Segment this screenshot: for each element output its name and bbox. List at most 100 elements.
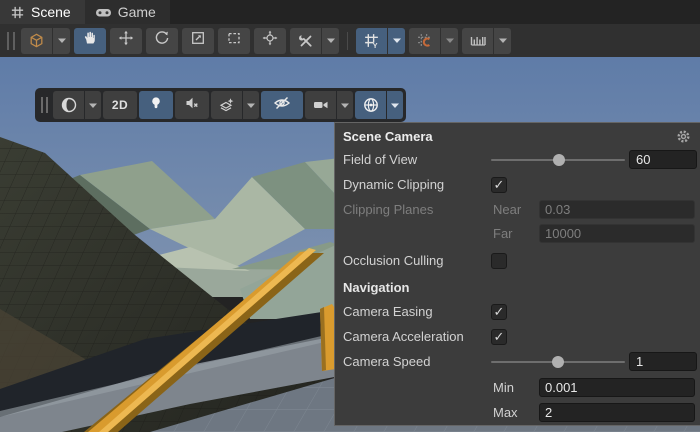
- chevron-down-icon[interactable]: [85, 91, 101, 119]
- effects-button[interactable]: [211, 91, 259, 119]
- toolbar-separator: [347, 31, 348, 50]
- tab-scene-label: Scene: [31, 4, 71, 20]
- camera-easing-label: Camera Easing: [343, 304, 433, 319]
- scene-camera-popup: Scene Camera Field of View 60 Dynamic Cl…: [334, 122, 700, 426]
- navigation-header: Navigation: [343, 280, 410, 295]
- rotate-icon: [154, 30, 170, 51]
- scene-camera-button[interactable]: [305, 91, 353, 119]
- ruler-ticks-icon: [462, 27, 493, 54]
- hand-icon: [82, 30, 98, 51]
- tab-game-label: Game: [117, 4, 156, 20]
- camera-acceleration-label: Camera Acceleration: [343, 329, 464, 344]
- tab-scene[interactable]: Scene: [0, 0, 85, 24]
- wrench-icon: [290, 27, 321, 54]
- scene-grid-icon: [10, 5, 25, 20]
- tab-game[interactable]: Game: [84, 0, 170, 24]
- gizmo-sphere-icon: [355, 91, 386, 119]
- scale-tool-button[interactable]: [182, 27, 214, 54]
- field-of-view-slider[interactable]: [491, 149, 625, 171]
- field-of-view-label: Field of View: [343, 152, 418, 167]
- clipping-planes-label: Clipping Planes: [343, 202, 434, 217]
- near-field[interactable]: 0.03: [539, 200, 695, 219]
- scene-overlay-toolbar: 2D: [35, 88, 406, 122]
- light-bulb-icon: [148, 95, 164, 116]
- camera-easing-row: Camera Easing: [335, 301, 700, 323]
- max-field[interactable]: 2: [539, 403, 695, 422]
- move-tool-button[interactable]: [110, 27, 142, 54]
- camera-acceleration-row: Camera Acceleration: [335, 326, 700, 348]
- camera-speed-row: Camera Speed 1: [335, 351, 700, 373]
- move-icon: [118, 30, 134, 51]
- chevron-down-icon[interactable]: [387, 91, 403, 119]
- rect-tool-icon: [226, 30, 242, 51]
- grid-snapping-button[interactable]: [409, 27, 458, 54]
- transform-tool-button[interactable]: [254, 27, 286, 54]
- custom-tools-button[interactable]: [290, 27, 339, 54]
- slider-thumb[interactable]: [553, 154, 566, 166]
- scale-icon: [190, 30, 206, 51]
- layers-sparkle-icon: [211, 91, 242, 119]
- 2d-label: 2D: [111, 98, 129, 112]
- draw-mode-button[interactable]: [53, 91, 101, 119]
- tool-settings-button[interactable]: [21, 27, 70, 54]
- navigation-header-row: Navigation: [335, 277, 700, 299]
- chevron-down-icon[interactable]: [322, 27, 339, 54]
- near-label: Near: [493, 202, 522, 217]
- unity-scene-view-window: Scene Game Y 2D Scene Camera Field of Vi…: [0, 0, 700, 432]
- popup-title: Scene Camera: [343, 129, 433, 144]
- chevron-down-icon[interactable]: [53, 27, 70, 54]
- chevron-down-icon[interactable]: [337, 91, 353, 119]
- hand-tool-button[interactable]: [74, 27, 106, 54]
- snap-increment-button[interactable]: [462, 27, 511, 54]
- dynamic-clipping-checkbox[interactable]: [491, 177, 507, 193]
- gamepad-icon: [95, 5, 112, 20]
- camera-easing-checkbox[interactable]: [491, 304, 507, 320]
- min-field[interactable]: 0.001: [539, 378, 695, 397]
- snap-magnet-icon: [409, 27, 440, 54]
- chevron-down-icon[interactable]: [494, 27, 511, 54]
- gizmos-button[interactable]: [355, 91, 403, 119]
- grid-visibility-button[interactable]: Y: [356, 27, 405, 54]
- audio-muted-icon: [184, 95, 200, 116]
- field-of-view-value-field[interactable]: 60: [629, 150, 697, 169]
- transform-icon: [262, 30, 278, 51]
- tab-bar: Scene Game: [0, 0, 700, 24]
- shaded-sphere-icon: [53, 91, 84, 119]
- scene-toolbar: Y: [0, 24, 700, 57]
- eye-slash-icon: [272, 95, 292, 116]
- toolbar-drag-handle[interactable]: [7, 31, 15, 50]
- overlay-drag-handle[interactable]: [41, 97, 48, 113]
- rect-tool-button[interactable]: [218, 27, 250, 54]
- chevron-down-icon[interactable]: [388, 27, 405, 54]
- pivot-cube-icon: [21, 27, 52, 54]
- camera-speed-max-row: Max 2: [335, 402, 700, 424]
- grid-axis-icon: Y: [356, 27, 387, 54]
- clipping-planes-far-row: Far 10000: [335, 223, 700, 245]
- occlusion-culling-row: Occlusion Culling: [335, 250, 700, 272]
- camera-speed-value-field[interactable]: 1: [629, 352, 697, 371]
- occlusion-culling-label: Occlusion Culling: [343, 253, 444, 268]
- 2d-view-button[interactable]: 2D: [103, 91, 137, 119]
- max-label: Max: [493, 405, 518, 420]
- dynamic-clipping-row: Dynamic Clipping: [335, 174, 700, 196]
- scene-visibility-button[interactable]: [261, 91, 303, 119]
- scene-lighting-button[interactable]: [139, 91, 173, 119]
- gear-icon[interactable]: [676, 129, 691, 147]
- chevron-down-icon[interactable]: [243, 91, 259, 119]
- chevron-down-icon[interactable]: [441, 27, 458, 54]
- rotate-tool-button[interactable]: [146, 27, 178, 54]
- camera-speed-min-row: Min 0.001: [335, 377, 700, 399]
- far-label: Far: [493, 226, 513, 241]
- min-label: Min: [493, 380, 514, 395]
- scene-viewport[interactable]: 2D Scene Camera Field of View 60 Dynamic…: [0, 57, 700, 432]
- camera-speed-slider[interactable]: [491, 351, 625, 373]
- audio-mute-button[interactable]: [175, 91, 209, 119]
- clipping-planes-near-row: Clipping Planes Near 0.03: [335, 199, 700, 221]
- far-field[interactable]: 10000: [539, 224, 695, 243]
- svg-text:Y: Y: [373, 41, 378, 49]
- field-of-view-row: Field of View 60: [335, 149, 700, 171]
- dynamic-clipping-label: Dynamic Clipping: [343, 177, 445, 192]
- camera-acceleration-checkbox[interactable]: [491, 329, 507, 345]
- slider-thumb[interactable]: [552, 356, 564, 368]
- occlusion-culling-checkbox[interactable]: [491, 253, 507, 269]
